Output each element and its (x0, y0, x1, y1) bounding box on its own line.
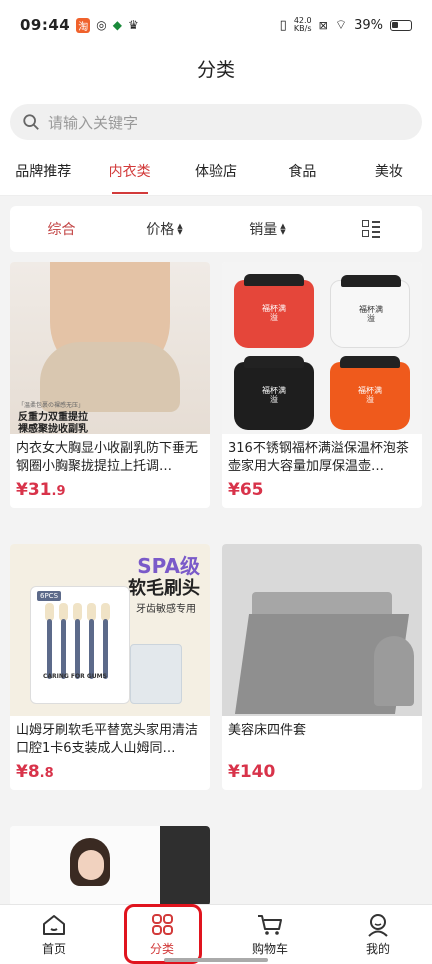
tab-food[interactable]: 食品 (259, 150, 345, 196)
gesture-bar (164, 958, 268, 962)
list-grid-icon (361, 220, 380, 238)
wifi-icon: ⌔ (334, 18, 348, 33)
sort-bar: 综合 价格 ▲ ▼ 销量 ▲ ▼ (10, 206, 422, 252)
product-title: 美容床四件套 (228, 723, 307, 738)
highlight-box (124, 904, 202, 964)
app-screen: 09:44 淘 ◎ ◆ ♛ ▯ 42.0 KB/s ⊠ ⌔ 39% 分类 请输入关… (0, 0, 432, 964)
sort-arrows-icon: ▲ ▼ (177, 222, 183, 236)
nav-profile[interactable]: 我的 (324, 905, 432, 964)
product-image: SPA级 软毛刷头 牙齿敏感专用 6PCS CARING FOR GUMS (10, 544, 210, 716)
search-input[interactable]: 请输入关键字 (10, 104, 422, 140)
app-notification-icon: 淘 (76, 17, 91, 33)
sort-arrows-icon: ▲ ▼ (280, 222, 286, 236)
nav-cart[interactable]: 购物车 (216, 905, 324, 964)
wechat-icon: ◎ (96, 18, 107, 32)
product-price: ¥65 (228, 480, 264, 500)
product-title: 山姆牙刷软毛平替宽头家用清洁口腔1卡6支装成人山姆同… (16, 723, 199, 756)
product-title: 316不锈钢福杯满溢保温杯泡茶壶家用大容量加厚保温壶… (228, 441, 409, 474)
tab-underwear[interactable]: 内衣类 (86, 150, 172, 196)
battery-icon (390, 19, 412, 31)
product-card[interactable]: 「温柔包裹の裸感无压」 反重力双重提拉 裸感聚拢收副乳 内衣女大胸显小收副乳防下… (10, 262, 210, 508)
page-title: 分类 (0, 50, 432, 92)
product-price: ¥140 (228, 762, 276, 782)
net-speed: 42.0 KB/s (293, 16, 312, 33)
product-title: 内衣女大胸显小收副乳防下垂无钢圈小胸聚拢提拉上托调… (16, 441, 199, 474)
layout-toggle[interactable] (319, 220, 422, 238)
vibrate-icon: ▯ (279, 17, 287, 33)
search-icon (23, 114, 39, 130)
product-image (222, 544, 422, 716)
tab-beauty[interactable]: 美妆 (346, 150, 432, 196)
battery-percent: 39% (354, 17, 383, 33)
product-price: ¥31.9 (16, 480, 66, 500)
app-icon: ◆ (112, 18, 122, 32)
category-tabs: 品牌推荐 内衣类 体验店 食品 美妆 (0, 150, 432, 196)
profile-icon (368, 913, 388, 937)
search-area: 请输入关键字 (0, 92, 432, 150)
product-image: 「温柔包裹の裸感无压」 反重力双重提拉 裸感聚拢收副乳 (10, 262, 210, 434)
bottom-nav: 首页 分类 购物车 我的 (0, 904, 432, 964)
nav-home[interactable]: 首页 (0, 905, 108, 964)
sort-sales[interactable]: 销量 ▲ ▼ (216, 219, 319, 239)
sim-off-icon: ⊠ (318, 18, 328, 32)
product-price: ¥8.8 (16, 762, 54, 782)
product-card[interactable]: SPA级 软毛刷头 牙齿敏感专用 6PCS CARING FOR GUMS 山姆… (10, 544, 210, 790)
sort-comprehensive[interactable]: 综合 (10, 219, 113, 239)
tab-brand[interactable]: 品牌推荐 (0, 150, 86, 196)
image-caption: 「温柔包裹の裸感无压」 反重力双重提拉 裸感聚拢收副乳 (18, 402, 88, 434)
product-image (10, 826, 210, 906)
status-time: 09:44 (20, 16, 71, 34)
product-image: 福杯满溢 福杯满溢 福杯满溢 福杯满溢 (222, 262, 422, 434)
product-card[interactable]: 福杯满溢 福杯满溢 福杯满溢 福杯满溢 316不锈钢福杯满溢保温杯泡茶壶家用大容… (222, 262, 422, 508)
search-placeholder: 请输入关键字 (48, 113, 139, 132)
tab-experience-store[interactable]: 体验店 (173, 150, 259, 196)
status-bar: 09:44 淘 ◎ ◆ ♛ ▯ 42.0 KB/s ⊠ ⌔ 39% (0, 0, 432, 50)
product-card[interactable] (10, 826, 210, 906)
home-icon (43, 914, 65, 935)
cart-icon (258, 914, 282, 935)
sort-price[interactable]: 价格 ▲ ▼ (113, 219, 216, 239)
crown-icon: ♛ (127, 18, 139, 32)
product-card[interactable]: 美容床四件套 ¥140 (222, 544, 422, 790)
